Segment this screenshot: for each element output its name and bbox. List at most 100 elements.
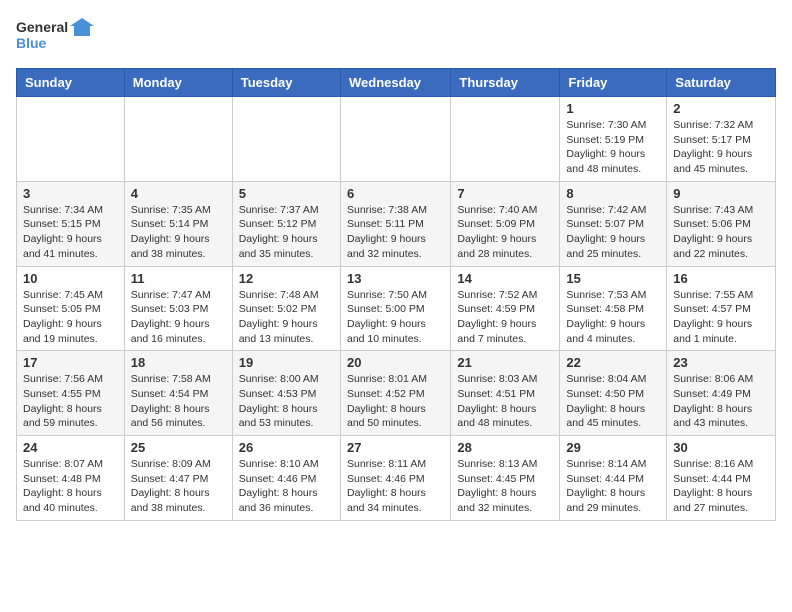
calendar-cell: 22 Sunrise: 8:04 AM Sunset: 4:50 PM Dayli… [560,351,667,436]
calendar-cell: 5 Sunrise: 7:37 AM Sunset: 5:12 PM Daylig… [232,181,340,266]
day-info: Sunrise: 8:07 AM Sunset: 4:48 PM Dayligh… [23,457,118,516]
calendar-week-row: 10 Sunrise: 7:45 AM Sunset: 5:05 PM Dayli… [17,266,776,351]
day-number: 11 [131,271,226,286]
day-number: 6 [347,186,444,201]
day-info: Sunrise: 7:48 AM Sunset: 5:02 PM Dayligh… [239,288,334,347]
day-info: Sunrise: 7:35 AM Sunset: 5:14 PM Dayligh… [131,203,226,262]
day-number: 24 [23,440,118,455]
day-info: Sunrise: 7:38 AM Sunset: 5:11 PM Dayligh… [347,203,444,262]
day-info: Sunrise: 7:30 AM Sunset: 5:19 PM Dayligh… [566,118,660,177]
calendar-cell: 20 Sunrise: 8:01 AM Sunset: 4:52 PM Dayli… [340,351,450,436]
day-info: Sunrise: 8:01 AM Sunset: 4:52 PM Dayligh… [347,372,444,431]
day-number: 26 [239,440,334,455]
svg-text:Blue: Blue [16,35,47,51]
day-info: Sunrise: 8:11 AM Sunset: 4:46 PM Dayligh… [347,457,444,516]
day-number: 17 [23,355,118,370]
calendar-cell [124,97,232,182]
calendar-week-row: 3Sunrise: 7:34 AM Sunset: 5:15 PM Daylig… [17,181,776,266]
day-number: 28 [457,440,553,455]
day-of-week-header: Monday [124,69,232,97]
calendar-cell: 8Sunrise: 7:42 AM Sunset: 5:07 PM Daylig… [560,181,667,266]
calendar-cell: 10 Sunrise: 7:45 AM Sunset: 5:05 PM Dayli… [17,266,125,351]
day-info: Sunrise: 8:04 AM Sunset: 4:50 PM Dayligh… [566,372,660,431]
calendar-cell: 4 Sunrise: 7:35 AM Sunset: 5:14 PM Daylig… [124,181,232,266]
day-number: 4 [131,186,226,201]
day-info: Sunrise: 8:00 AM Sunset: 4:53 PM Dayligh… [239,372,334,431]
calendar-cell: 6 Sunrise: 7:38 AM Sunset: 5:11 PM Daylig… [340,181,450,266]
calendar-cell: 11 Sunrise: 7:47 AM Sunset: 5:03 PM Dayli… [124,266,232,351]
calendar-week-row: 1 Sunrise: 7:30 AM Sunset: 5:19 PM Daylig… [17,97,776,182]
day-of-week-header: Thursday [451,69,560,97]
calendar-cell: 15Sunrise: 7:53 AM Sunset: 4:58 PM Dayli… [560,266,667,351]
day-number: 10 [23,271,118,286]
day-number: 12 [239,271,334,286]
calendar-header-row: SundayMondayTuesdayWednesdayThursdayFrid… [17,69,776,97]
day-info: Sunrise: 7:55 AM Sunset: 4:57 PM Dayligh… [673,288,769,347]
calendar-cell: 7Sunrise: 7:40 AM Sunset: 5:09 PM Daylig… [451,181,560,266]
day-info: Sunrise: 7:45 AM Sunset: 5:05 PM Dayligh… [23,288,118,347]
calendar-cell: 1 Sunrise: 7:30 AM Sunset: 5:19 PM Daylig… [560,97,667,182]
day-number: 8 [566,186,660,201]
day-info: Sunrise: 8:13 AM Sunset: 4:45 PM Dayligh… [457,457,553,516]
day-info: Sunrise: 7:43 AM Sunset: 5:06 PM Dayligh… [673,203,769,262]
day-number: 23 [673,355,769,370]
day-number: 5 [239,186,334,201]
day-number: 22 [566,355,660,370]
calendar-cell: 14 Sunrise: 7:52 AM Sunset: 4:59 PM Dayli… [451,266,560,351]
day-number: 20 [347,355,444,370]
day-number: 13 [347,271,444,286]
day-info: Sunrise: 8:16 AM Sunset: 4:44 PM Dayligh… [673,457,769,516]
day-number: 16 [673,271,769,286]
day-number: 29 [566,440,660,455]
day-number: 9 [673,186,769,201]
day-info: Sunrise: 8:10 AM Sunset: 4:46 PM Dayligh… [239,457,334,516]
calendar-cell: 30 Sunrise: 8:16 AM Sunset: 4:44 PM Dayli… [667,436,776,521]
calendar-week-row: 17 Sunrise: 7:56 AM Sunset: 4:55 PM Dayli… [17,351,776,436]
calendar-cell: 16 Sunrise: 7:55 AM Sunset: 4:57 PM Dayli… [667,266,776,351]
calendar-cell: 9 Sunrise: 7:43 AM Sunset: 5:06 PM Daylig… [667,181,776,266]
day-info: Sunrise: 8:09 AM Sunset: 4:47 PM Dayligh… [131,457,226,516]
calendar-week-row: 24 Sunrise: 8:07 AM Sunset: 4:48 PM Dayli… [17,436,776,521]
day-info: Sunrise: 8:03 AM Sunset: 4:51 PM Dayligh… [457,372,553,431]
day-number: 25 [131,440,226,455]
calendar-cell: 13 Sunrise: 7:50 AM Sunset: 5:00 PM Dayli… [340,266,450,351]
calendar-cell: 19Sunrise: 8:00 AM Sunset: 4:53 PM Dayli… [232,351,340,436]
calendar-cell: 24 Sunrise: 8:07 AM Sunset: 4:48 PM Dayli… [17,436,125,521]
day-info: Sunrise: 7:32 AM Sunset: 5:17 PM Dayligh… [673,118,769,177]
calendar-cell [340,97,450,182]
day-number: 14 [457,271,553,286]
day-info: Sunrise: 7:50 AM Sunset: 5:00 PM Dayligh… [347,288,444,347]
page-header: General Blue [16,16,776,56]
day-info: Sunrise: 7:56 AM Sunset: 4:55 PM Dayligh… [23,372,118,431]
logo: General Blue [16,16,96,56]
day-number: 27 [347,440,444,455]
day-info: Sunrise: 7:52 AM Sunset: 4:59 PM Dayligh… [457,288,553,347]
calendar-cell [17,97,125,182]
day-number: 21 [457,355,553,370]
day-number: 18 [131,355,226,370]
day-of-week-header: Friday [560,69,667,97]
day-of-week-header: Wednesday [340,69,450,97]
calendar-cell: 21 Sunrise: 8:03 AM Sunset: 4:51 PM Dayli… [451,351,560,436]
day-number: 7 [457,186,553,201]
calendar-table: SundayMondayTuesdayWednesdayThursdayFrid… [16,68,776,521]
day-info: Sunrise: 7:47 AM Sunset: 5:03 PM Dayligh… [131,288,226,347]
calendar-cell: 25 Sunrise: 8:09 AM Sunset: 4:47 PM Dayli… [124,436,232,521]
calendar-cell: 12 Sunrise: 7:48 AM Sunset: 5:02 PM Dayli… [232,266,340,351]
day-number: 30 [673,440,769,455]
calendar-cell: 18Sunrise: 7:58 AM Sunset: 4:54 PM Dayli… [124,351,232,436]
day-number: 2 [673,101,769,116]
logo-svg: General Blue [16,16,96,56]
day-info: Sunrise: 8:06 AM Sunset: 4:49 PM Dayligh… [673,372,769,431]
day-info: Sunrise: 7:37 AM Sunset: 5:12 PM Dayligh… [239,203,334,262]
calendar-cell: 23 Sunrise: 8:06 AM Sunset: 4:49 PM Dayli… [667,351,776,436]
calendar-cell: 2 Sunrise: 7:32 AM Sunset: 5:17 PM Daylig… [667,97,776,182]
calendar-cell: 29Sunrise: 8:14 AM Sunset: 4:44 PM Dayli… [560,436,667,521]
calendar-cell: 27 Sunrise: 8:11 AM Sunset: 4:46 PM Dayli… [340,436,450,521]
calendar-cell: 28 Sunrise: 8:13 AM Sunset: 4:45 PM Dayli… [451,436,560,521]
day-of-week-header: Tuesday [232,69,340,97]
day-number: 15 [566,271,660,286]
calendar-cell: 17 Sunrise: 7:56 AM Sunset: 4:55 PM Dayli… [17,351,125,436]
day-of-week-header: Sunday [17,69,125,97]
day-number: 1 [566,101,660,116]
